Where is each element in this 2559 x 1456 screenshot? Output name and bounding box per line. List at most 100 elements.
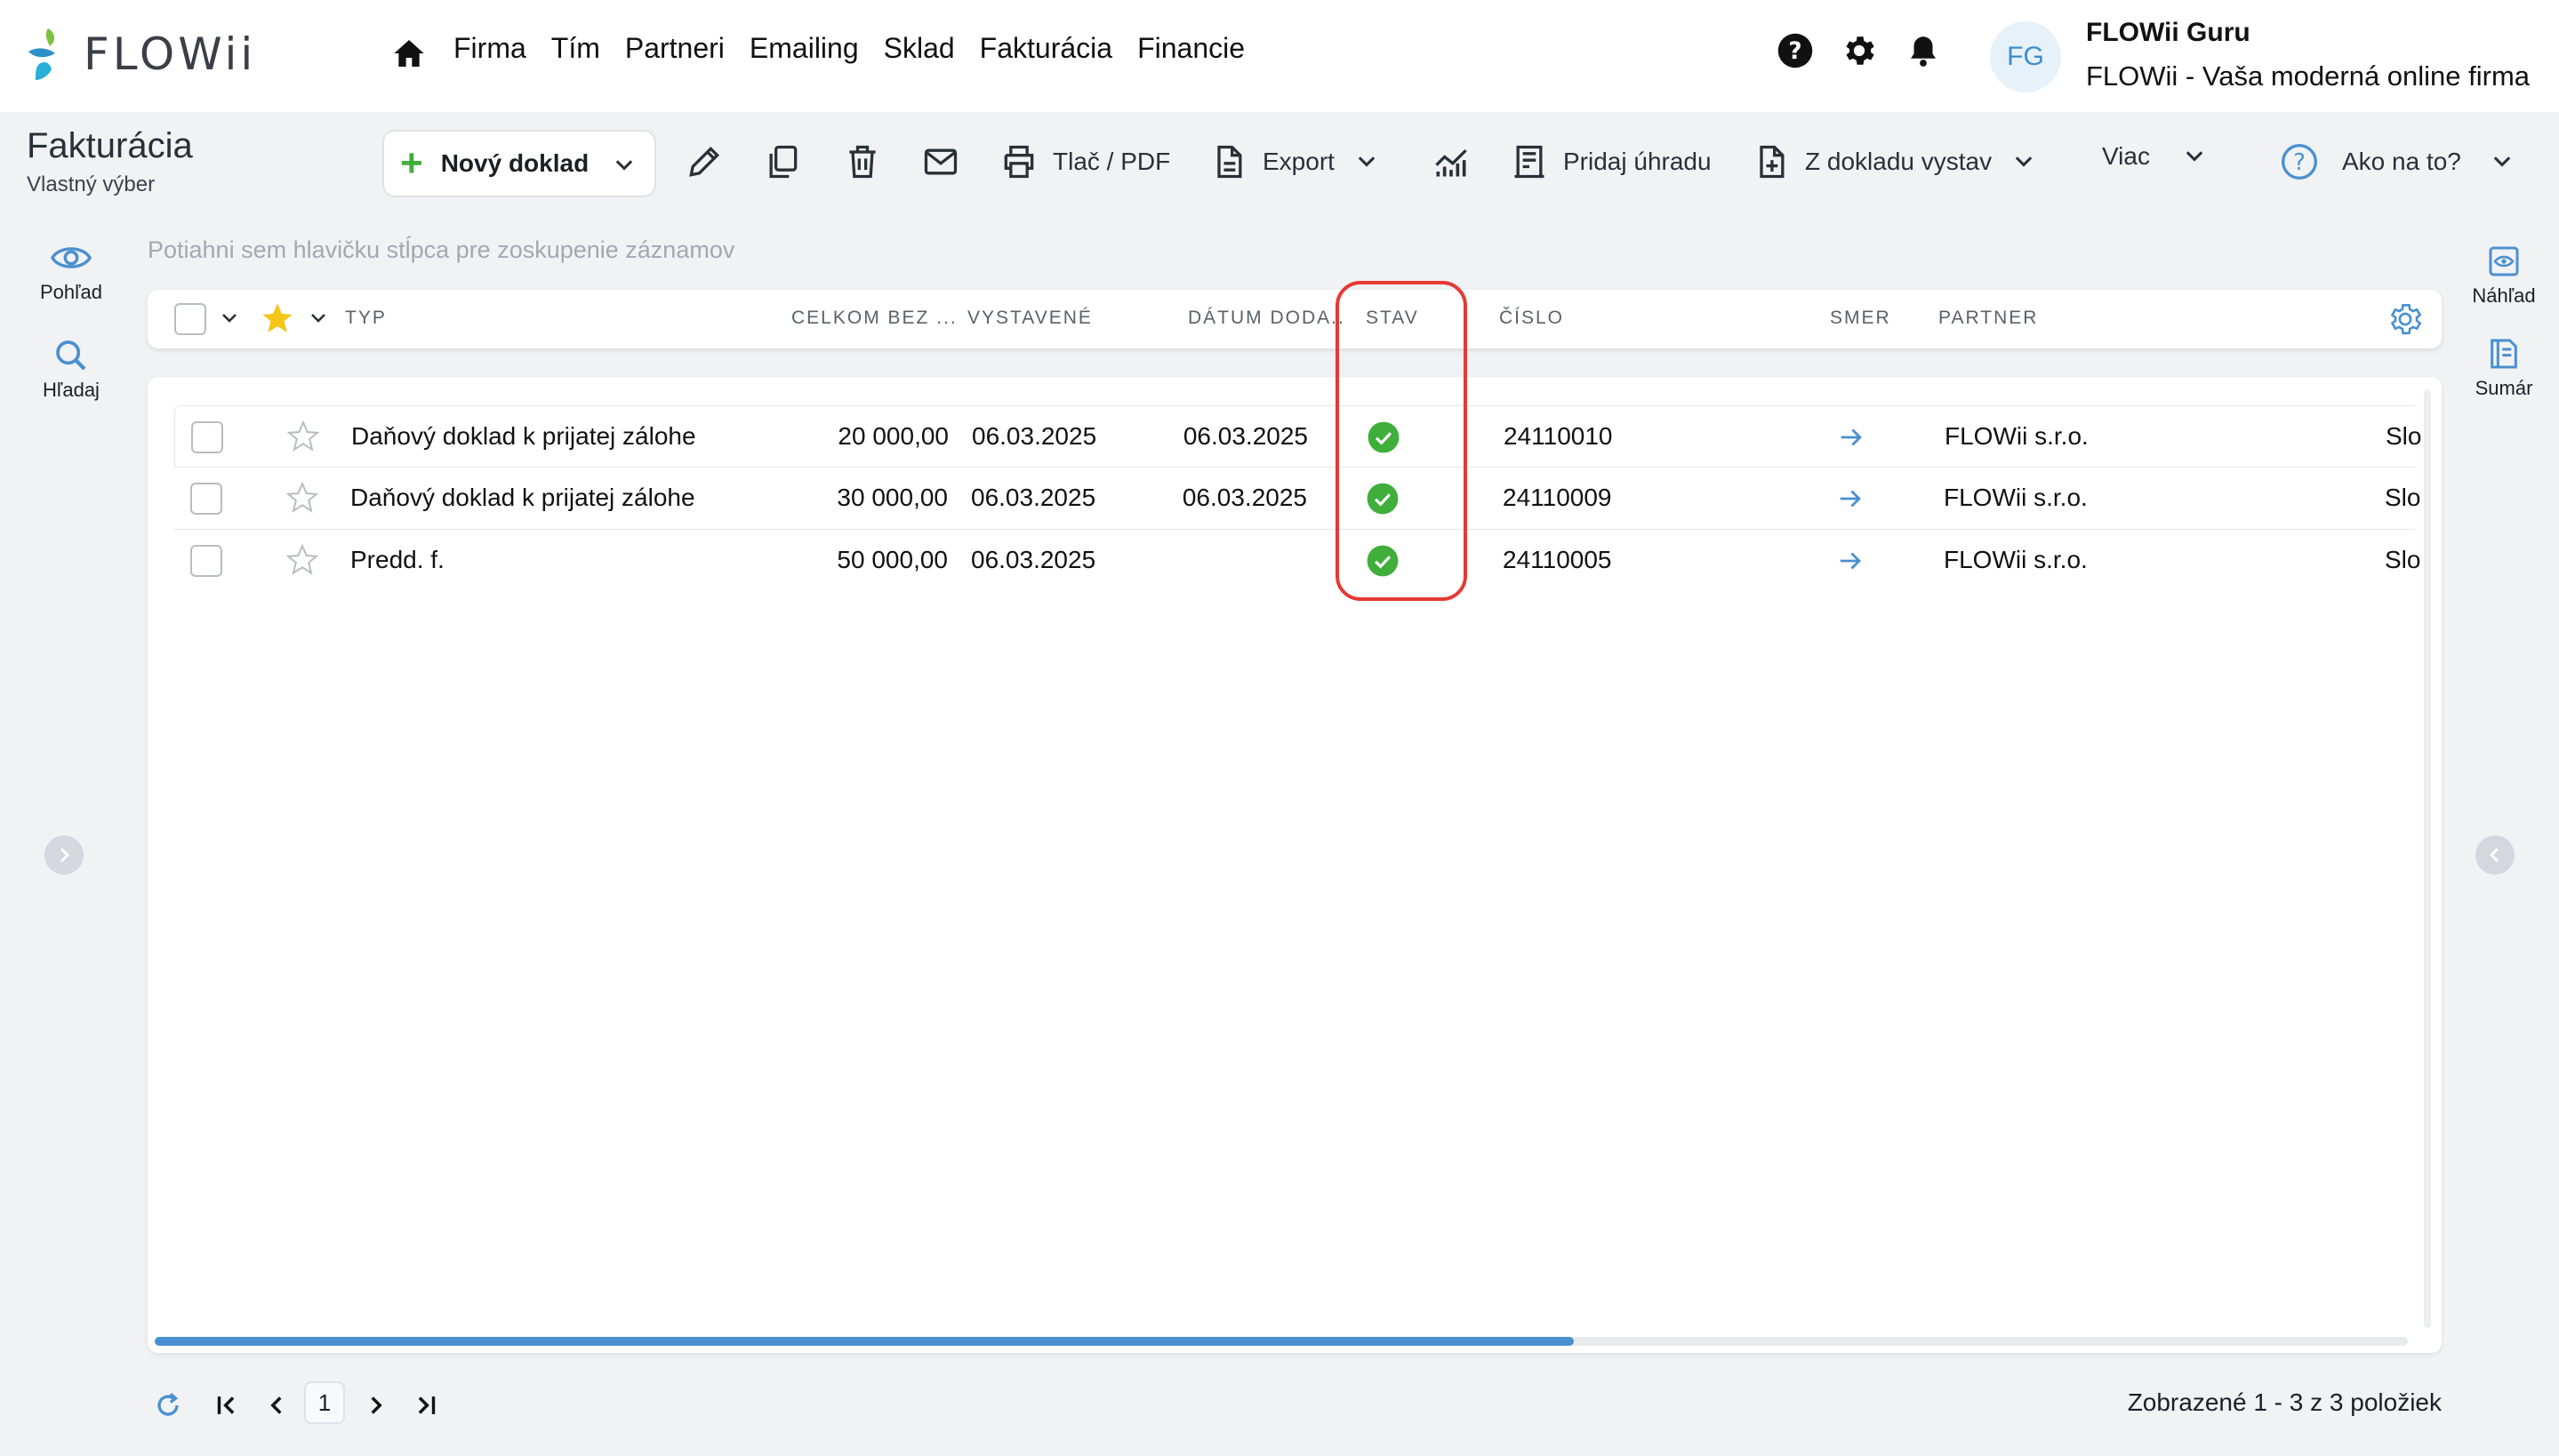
first-page-icon[interactable] <box>212 1390 242 1420</box>
column-header-stav[interactable]: STAV <box>1366 308 1419 329</box>
email-button[interactable] <box>921 142 960 181</box>
column-header-partner[interactable]: PARTNER <box>1938 308 2038 329</box>
vertical-scrollbar[interactable] <box>2424 389 2431 1328</box>
cell-partner: FLOWii s.r.o. <box>1945 422 2089 450</box>
flowii-logo[interactable]: FLOWii <box>25 25 256 84</box>
cell-truncated: Slo <box>2386 422 2422 450</box>
nav-tim[interactable]: Tím <box>551 32 600 65</box>
chevron-left-icon <box>2489 847 2499 863</box>
column-header-smer[interactable]: SMER <box>1830 308 1891 329</box>
cell-celkom: 20 000,00 <box>838 422 949 450</box>
star-outline-icon[interactable] <box>285 419 321 454</box>
previous-page-icon[interactable] <box>261 1390 292 1420</box>
chevron-down-icon[interactable] <box>612 153 637 178</box>
copy-button[interactable] <box>763 142 802 181</box>
top-navigation: FLOWii Firma Tím Partneri Emailing Sklad… <box>0 0 2559 112</box>
search-icon <box>56 340 86 371</box>
right-panel-toggle[interactable] <box>2475 836 2515 875</box>
chevron-down-icon[interactable] <box>219 308 240 329</box>
view-button[interactable]: Pohľad <box>36 240 107 304</box>
edit-button[interactable] <box>685 142 724 181</box>
column-header-vystavene[interactable]: VYSTAVENÉ <box>967 308 1093 329</box>
arrow-right-icon <box>1840 552 1861 570</box>
cell-typ: Predd. f. <box>350 546 445 573</box>
more-button[interactable]: Viac <box>2102 142 2207 171</box>
table-row[interactable]: Daňový doklad k prijatej zálohe 30 000,0… <box>174 468 2420 530</box>
status-ok-icon <box>1367 483 1399 515</box>
print-pdf-label: Tlač / PDF <box>1053 148 1171 175</box>
copy-icon <box>769 145 798 179</box>
horizontal-scrollbar-thumb[interactable] <box>155 1337 1575 1346</box>
star-filled-icon[interactable] <box>260 300 295 336</box>
gear-icon[interactable] <box>1841 32 1878 69</box>
cell-vystavene: 06.03.2025 <box>971 484 1096 511</box>
column-header-cislo[interactable]: ČÍSLO <box>1499 308 1564 329</box>
table-row[interactable]: Daňový doklad k prijatej zálohe 20 000,0… <box>174 405 2421 468</box>
star-outline-icon[interactable] <box>285 542 320 578</box>
next-page-icon[interactable] <box>361 1390 391 1420</box>
pager-info: Zobrazené 1 - 3 z 3 položiek <box>2127 1388 2442 1416</box>
chevron-down-icon[interactable] <box>308 308 329 329</box>
preview-label: Náhľad <box>2472 284 2536 307</box>
envelope-icon <box>924 148 958 175</box>
chevron-down-icon <box>1358 156 1376 167</box>
left-panel-toggle[interactable] <box>44 836 84 875</box>
home-icon[interactable] <box>391 36 427 71</box>
page-title: Fakturácia <box>27 126 193 165</box>
user-company: FLOWii - Vaša moderná online firma <box>2086 60 2531 92</box>
receipt-icon <box>1514 145 1544 179</box>
horizontal-scrollbar[interactable] <box>155 1337 2408 1346</box>
row-checkbox[interactable] <box>191 421 223 453</box>
delete-button[interactable] <box>843 142 882 181</box>
help-circle-icon[interactable]: ? <box>1777 32 1814 69</box>
column-header-datum-dodania[interactable]: DÁTUM DODA.. <box>1188 308 1345 329</box>
help-button[interactable]: ? Ako na to? <box>2280 142 2515 181</box>
group-by-drop-zone[interactable]: Potiahni sem hlavičku stĺpca pre zoskupe… <box>148 236 734 264</box>
column-header-typ[interactable]: TYP <box>345 308 387 329</box>
cell-datum-dodania: 06.03.2025 <box>1182 484 1307 511</box>
cell-typ: Daňový doklad k prijatej zálohe <box>351 422 696 450</box>
page-subtitle: Vlastný výber <box>27 172 156 196</box>
table-row[interactable]: Predd. f. 50 000,00 06.03.2025 24110005 … <box>174 530 2420 592</box>
printer-icon <box>1004 145 1034 179</box>
cell-typ: Daňový doklad k prijatej zálohe <box>350 484 695 511</box>
avatar[interactable]: FG <box>1990 21 2061 92</box>
document-icon <box>1217 145 1242 179</box>
question-circle-icon: ? <box>2282 144 2317 180</box>
cell-celkom: 30 000,00 <box>837 484 948 511</box>
column-settings-gear-icon[interactable] <box>2387 300 2424 338</box>
select-all-checkbox[interactable] <box>174 303 206 335</box>
preview-button[interactable]: Náhľad <box>2468 244 2539 308</box>
help-label: Ako na to? <box>2342 148 2461 175</box>
row-checkbox[interactable] <box>190 545 222 577</box>
from-document-button[interactable]: Z dokladu vystav <box>1752 142 2036 181</box>
cell-partner: FLOWii s.r.o. <box>1944 546 2088 573</box>
nav-fakturacia[interactable]: Fakturácia <box>980 32 1112 65</box>
nav-financie[interactable]: Financie <box>1137 32 1245 65</box>
nav-firma[interactable]: Firma <box>453 32 526 65</box>
chart-button[interactable] <box>1432 142 1471 181</box>
column-header-celkom[interactable]: CELKOM BEZ ... <box>791 308 958 329</box>
star-outline-icon[interactable] <box>285 480 320 516</box>
export-button[interactable]: Export <box>1209 142 1379 181</box>
nav-emailing[interactable]: Emailing <box>750 32 859 65</box>
summary-button[interactable]: Sumár <box>2468 336 2539 400</box>
refresh-icon[interactable] <box>153 1390 183 1420</box>
last-page-icon[interactable] <box>411 1390 441 1420</box>
chevron-down-icon <box>2186 151 2203 162</box>
print-pdf-button[interactable]: Tlač / PDF <box>999 142 1170 181</box>
cell-cislo: 24110010 <box>1504 422 1613 450</box>
view-label: Pohľad <box>39 281 103 303</box>
nav-sklad[interactable]: Sklad <box>884 32 955 65</box>
search-label: Hľadaj <box>43 379 100 401</box>
nav-partneri[interactable]: Partneri <box>625 32 725 65</box>
export-label: Export <box>1263 148 1335 175</box>
new-document-label: Nový doklad <box>440 149 590 177</box>
new-document-button[interactable]: + Nový doklad <box>382 130 656 197</box>
row-checkbox[interactable] <box>190 483 222 515</box>
page-number[interactable]: 1 <box>304 1381 345 1424</box>
chevron-right-icon <box>60 847 70 863</box>
search-button[interactable]: Hľadaj <box>36 338 107 402</box>
add-payment-button[interactable]: Pridaj úhradu <box>1510 142 1712 181</box>
bell-icon[interactable] <box>1905 32 1942 69</box>
